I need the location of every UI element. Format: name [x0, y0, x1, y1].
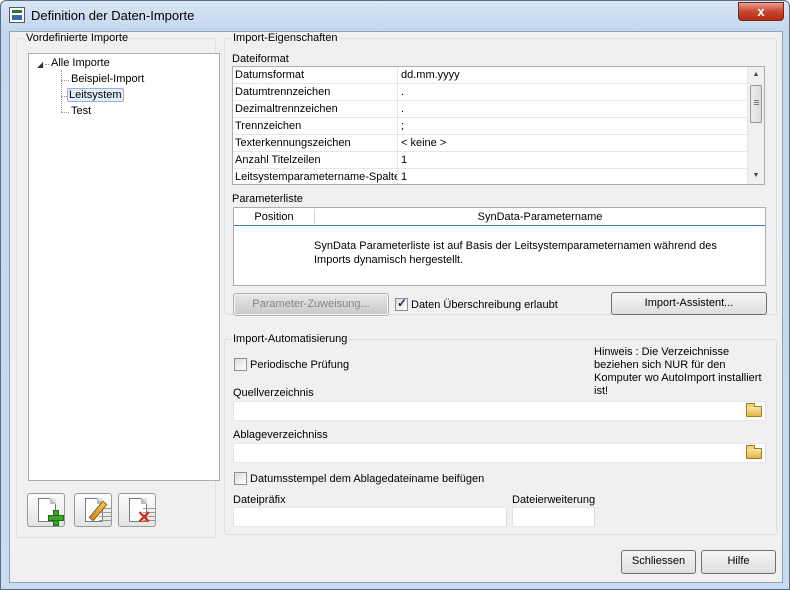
- title-bar[interactable]: Definition der Daten-Importe x: [1, 1, 789, 31]
- column-header-position[interactable]: Position: [234, 211, 314, 223]
- tree-item-test[interactable]: Test: [69, 104, 93, 118]
- import-automation-label: Import-Automatisierung: [232, 333, 349, 345]
- property-value[interactable]: 1: [401, 171, 407, 183]
- tree-item-beispiel-import[interactable]: Beispiel-Import: [69, 72, 146, 86]
- property-row[interactable]: Datumtrennzeichen .: [233, 84, 748, 101]
- property-value[interactable]: .: [401, 103, 404, 115]
- folder-icon: [746, 403, 762, 417]
- dialog-client-area: Vordefinierte Importe ◢ Alle Importe Bei…: [9, 31, 783, 583]
- dialog-window: Definition der Daten-Importe x Vordefini…: [0, 0, 790, 590]
- directory-hint-text: Hinweis : Die Verzeichnisse beziehen sic…: [594, 346, 762, 397]
- property-row[interactable]: Trennzeichen ;: [233, 118, 748, 135]
- import-assistant-button[interactable]: Import-Assistent...: [611, 292, 767, 315]
- periodic-check-checkbox[interactable]: [234, 358, 247, 371]
- close-button[interactable]: Schliessen: [621, 550, 696, 574]
- overwrite-allowed-label[interactable]: Daten Überschreibung erlaubt: [411, 299, 558, 311]
- file-prefix-field[interactable]: [233, 507, 507, 527]
- tree-item-leitsystem[interactable]: Leitsystem: [67, 88, 124, 102]
- source-directory-label: Quellverzeichnis: [233, 387, 314, 399]
- property-key: Datumtrennzeichen: [235, 86, 331, 98]
- column-header-parameter-name[interactable]: SynData-Parametername: [315, 211, 765, 223]
- parameter-assignment-button[interactable]: Parameter-Zuweisung...: [233, 293, 389, 316]
- file-prefix-label: Dateipräfix: [233, 494, 286, 506]
- parameter-list-header: Position SynData-Parametername: [234, 208, 765, 226]
- parameter-list-message: SynData Parameterliste ist auf Basis der…: [314, 240, 717, 266]
- property-key: Anzahl Titelzeilen: [235, 154, 321, 166]
- tree-connector: [61, 70, 62, 112]
- file-extension-label: Dateierweiterung: [512, 494, 596, 506]
- browse-archive-directory-button[interactable]: [744, 445, 764, 461]
- property-value[interactable]: < keine >: [401, 137, 446, 149]
- delete-x-icon: ✕: [137, 508, 152, 527]
- predefined-imports-label: Vordefinierte Importe: [25, 32, 130, 44]
- property-row[interactable]: Anzahl Titelzeilen 1: [233, 152, 748, 169]
- edit-import-button[interactable]: [74, 493, 112, 527]
- property-row[interactable]: Texterkennungszeichen < keine >: [233, 135, 748, 152]
- tree-connector: [61, 112, 69, 113]
- import-properties-label: Import-Eigenschaften: [232, 32, 339, 44]
- file-format-property-grid[interactable]: Datumsformat dd.mm.yyyy Datumtrennzeiche…: [232, 66, 765, 185]
- file-format-label: Dateiformat: [232, 53, 289, 65]
- file-extension-input[interactable]: [513, 508, 594, 526]
- periodic-check-label[interactable]: Periodische Prüfung: [250, 359, 349, 371]
- property-key: Dezimaltrennzeichen: [235, 103, 338, 115]
- browse-source-directory-button[interactable]: [744, 403, 764, 419]
- property-row[interactable]: Dezimaltrennzeichen .: [233, 101, 748, 118]
- scroll-thumb[interactable]: [750, 85, 762, 123]
- window-title: Definition der Daten-Importe: [31, 8, 195, 23]
- delete-import-button[interactable]: ✕: [118, 493, 156, 527]
- overwrite-allowed-checkbox[interactable]: [395, 296, 408, 311]
- property-key: Trennzeichen: [235, 120, 302, 132]
- parameter-list-label: Parameterliste: [232, 193, 303, 205]
- property-row[interactable]: Leitsystemparametername-Spalte 1: [233, 169, 748, 184]
- property-key: Leitsystemparametername-Spalte: [235, 171, 397, 183]
- tree-item-all-imports[interactable]: Alle Importe: [49, 56, 112, 70]
- new-import-button[interactable]: [27, 493, 65, 527]
- file-prefix-input[interactable]: [234, 508, 506, 526]
- property-grid-scrollbar[interactable]: ▲ ▼: [747, 67, 764, 184]
- plus-icon: [48, 510, 64, 526]
- archive-directory-input[interactable]: [234, 444, 765, 462]
- property-value[interactable]: .: [401, 86, 404, 98]
- archive-directory-field[interactable]: [233, 443, 766, 463]
- help-button[interactable]: Hilfe: [701, 550, 776, 574]
- tree-expand-arrow-icon[interactable]: ◢: [37, 60, 43, 69]
- archive-directory-label: Ablageverzeichniss: [233, 429, 328, 441]
- scroll-down-icon[interactable]: ▼: [748, 168, 764, 184]
- scroll-up-icon[interactable]: ▲: [748, 67, 764, 83]
- file-extension-field[interactable]: [512, 507, 595, 527]
- timestamp-checkbox[interactable]: [234, 472, 247, 485]
- close-window-button[interactable]: x: [738, 2, 784, 21]
- app-icon: [9, 7, 25, 23]
- property-value[interactable]: 1: [401, 154, 407, 166]
- timestamp-label[interactable]: Datumsstempel dem Ablagedateiname beifüg…: [250, 473, 484, 485]
- property-key: Texterkennungszeichen: [235, 137, 351, 149]
- property-value[interactable]: ;: [401, 120, 404, 132]
- property-key: Datumsformat: [235, 69, 305, 81]
- parameter-list[interactable]: Position SynData-Parametername SynData P…: [233, 207, 766, 286]
- source-directory-field[interactable]: [233, 401, 766, 421]
- tree-connector: [61, 80, 69, 81]
- property-row[interactable]: Datumsformat dd.mm.yyyy: [233, 67, 748, 84]
- imports-tree[interactable]: ◢ Alle Importe Beispiel-Import Leitsyste…: [28, 53, 220, 481]
- folder-icon: [746, 445, 762, 459]
- property-value[interactable]: dd.mm.yyyy: [401, 69, 460, 81]
- source-directory-input[interactable]: [234, 402, 765, 420]
